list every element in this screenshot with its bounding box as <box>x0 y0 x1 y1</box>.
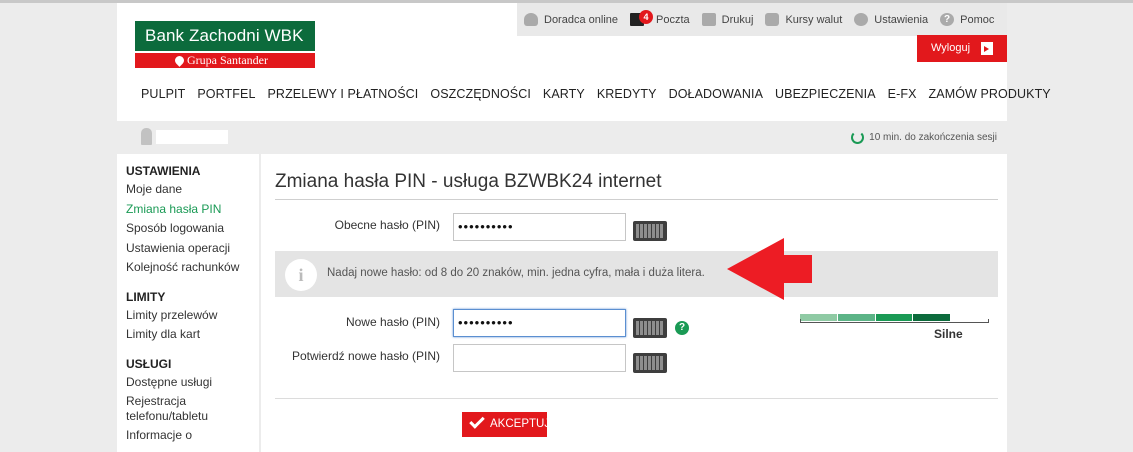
refresh-icon[interactable] <box>851 131 865 144</box>
printer-icon <box>701 13 716 26</box>
bank-logo[interactable]: Bank Zachodni WBK Grupa Santander <box>135 21 315 69</box>
info-icon: i <box>285 259 317 291</box>
rates-link[interactable]: Kursy walut <box>765 13 842 26</box>
strength-segment <box>837 314 875 321</box>
nav-item-przelewy[interactable]: PRZELEWY I PŁATNOŚCI <box>268 87 419 101</box>
virtual-keyboard-icon[interactable] <box>633 221 667 241</box>
user-bar: 10 min. do zakończenia sesji <box>117 121 1007 154</box>
nav-item-efx[interactable]: E-FX <box>888 87 917 101</box>
sidebar-item-limity-kart[interactable]: Limity dla kart <box>126 325 259 345</box>
page-title: Zmiana hasła PIN - usługa BZWBK24 intern… <box>275 171 662 192</box>
sidebar-item-dostepne-uslugi[interactable]: Dostępne usługi <box>126 373 259 393</box>
sidebar-heading-limits: LIMITY <box>126 289 166 304</box>
advisor-link[interactable]: Doradca online <box>524 13 618 26</box>
help-icon[interactable]: ? <box>675 321 689 335</box>
nav-item-portfel[interactable]: PORTFEL <box>197 87 255 101</box>
check-icon <box>469 413 485 429</box>
virtual-keyboard-icon[interactable] <box>633 318 667 338</box>
sidebar-item-informacje[interactable]: Informacje o <box>126 426 259 446</box>
form-divider <box>275 398 998 399</box>
confirm-password-label: Potwierdź nowe hasło (PIN) <box>291 349 440 363</box>
info-box: i Nadaj nowe hasło: od 8 do 20 znaków, m… <box>275 251 998 297</box>
strength-segment <box>913 314 951 321</box>
logout-button[interactable]: Wyloguj <box>917 35 1007 62</box>
mail-link[interactable]: 4 Poczta <box>630 10 690 26</box>
user-icon <box>141 128 152 145</box>
nav-item-pulpit[interactable]: PULPIT <box>141 87 185 101</box>
sidebar-item-limity-przelewow[interactable]: Limity przelewów <box>126 306 259 326</box>
current-password-label: Obecne hasło (PIN) <box>334 218 440 232</box>
rates-label: Kursy walut <box>785 13 843 26</box>
sidebar-item-kolejnosc-rachunkow[interactable]: Kolejność rachunków <box>126 258 259 278</box>
help-link[interactable]: ? Pomoc <box>940 13 994 26</box>
nav-item-karty[interactable]: KARTY <box>543 87 585 101</box>
help-label: Pomoc <box>960 13 995 26</box>
mail-count-badge: 4 <box>639 10 653 24</box>
sidebar-heading-settings: USTAWIENIA <box>126 164 201 178</box>
red-arrow-annotation <box>727 238 812 300</box>
help-icon: ? <box>940 13 955 26</box>
sidebar-item-sposob-logowania[interactable]: Sposób logowania <box>126 219 259 239</box>
main-nav: PULPIT PORTFEL PRZELEWY I PŁATNOŚCI OSZC… <box>141 87 1063 101</box>
print-link[interactable]: Drukuj <box>701 13 754 26</box>
strength-segment <box>800 314 837 321</box>
nav-item-oszczednosci[interactable]: OSZCZĘDNOŚCI <box>430 87 531 101</box>
new-password-field[interactable]: •••••••••• <box>453 309 626 337</box>
strength-baseline <box>800 322 989 323</box>
info-text: Nadaj nowe hasło: od 8 do 20 znaków, min… <box>327 267 705 279</box>
strength-tick-right <box>988 319 989 323</box>
logo-group-text: Grupa Santander <box>187 53 268 67</box>
accept-button[interactable]: AKCEPTUJ <box>462 412 551 437</box>
print-label: Drukuj <box>721 13 754 26</box>
sidebar-item-zmiana-hasla[interactable]: Zmiana hasła PIN <box>126 200 259 220</box>
advisor-label: Doradca online <box>544 13 618 26</box>
sidebar-group-services: USŁUGI Dostępne usługi Rejestracja telef… <box>126 357 259 446</box>
virtual-keyboard-icon[interactable] <box>633 353 667 373</box>
password-strength-meter <box>800 314 990 325</box>
sidebar-group-limits: LIMITY Limity przelewów Limity dla kart <box>126 290 259 345</box>
sidebar-heading-services: USŁUGI <box>126 356 172 371</box>
confirm-password-field[interactable] <box>453 344 626 372</box>
accept-label: AKCEPTUJ <box>490 418 551 430</box>
nav-item-kredyty[interactable]: KREDYTY <box>597 87 657 101</box>
settings-label: Ustawienia <box>874 13 929 26</box>
logo-bank-name: Bank Zachodni WBK <box>135 21 315 51</box>
nav-item-doladowania[interactable]: DOŁADOWANIA <box>669 87 763 101</box>
santander-flame-icon <box>173 54 186 67</box>
session-text: 10 min. do zakończenia sesji <box>869 132 997 143</box>
user-name-field <box>156 130 228 144</box>
mail-icon: 4 <box>630 10 653 26</box>
sidebar-item-moje-dane[interactable]: Moje dane <box>126 180 259 200</box>
exit-icon <box>981 42 993 55</box>
title-divider <box>275 199 998 200</box>
strength-label: Silne <box>934 327 963 341</box>
strength-segment <box>875 314 913 321</box>
logo-group-name: Grupa Santander <box>135 53 315 68</box>
header: Bank Zachodni WBK Grupa Santander Doradc… <box>117 3 1051 121</box>
sidebar-item-rejestracja[interactable]: Rejestracja telefonu/tabletu <box>126 392 221 426</box>
main-content: Zmiana hasła PIN - usługa BZWBK24 intern… <box>261 154 1007 452</box>
exchange-icon <box>765 13 780 26</box>
mail-label: Poczta <box>656 13 690 26</box>
nav-item-ubezpieczenia[interactable]: UBEZPIECZENIA <box>775 87 876 101</box>
strength-tick-left <box>800 319 801 323</box>
current-password-field[interactable]: •••••••••• <box>453 213 626 241</box>
sidebar-item-ustawienia-operacji[interactable]: Ustawienia operacji <box>126 239 259 259</box>
session-timer: 10 min. do zakończenia sesji <box>851 131 997 144</box>
nav-item-zamow[interactable]: ZAMÓW PRODUKTY <box>929 87 1051 101</box>
sidebar-group-settings: USTAWIENIA Moje dane Zmiana hasła PIN Sp… <box>126 164 259 278</box>
person-icon <box>524 13 538 26</box>
gear-icon <box>854 13 869 26</box>
sidebar: USTAWIENIA Moje dane Zmiana hasła PIN Sp… <box>117 154 259 452</box>
top-toolbar: Doradca online 4 Poczta Drukuj Kursy walu… <box>517 3 1007 36</box>
logout-label: Wyloguj <box>931 42 971 54</box>
new-password-label: Nowe hasło (PIN) <box>345 315 440 329</box>
settings-link[interactable]: Ustawienia <box>854 13 928 26</box>
